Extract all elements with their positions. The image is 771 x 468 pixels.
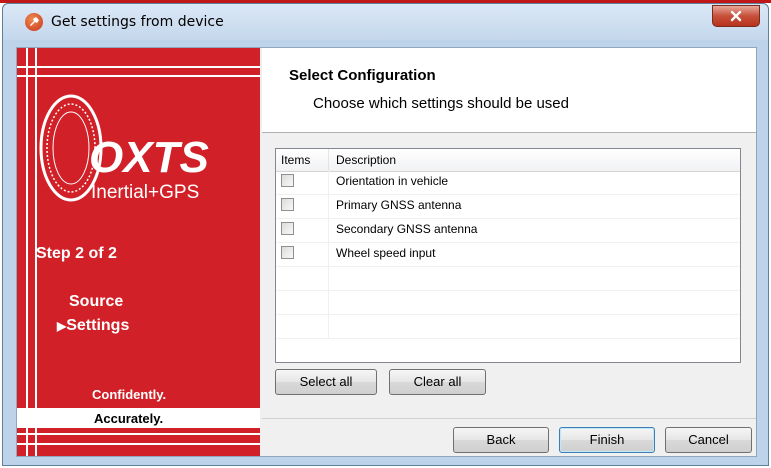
nav-item-settings-label: Settings <box>66 317 130 334</box>
logo-subtitle: Inertial+GPS <box>91 182 199 203</box>
clear-all-button[interactable]: Clear all <box>389 369 486 395</box>
item-checkbox[interactable] <box>281 198 294 211</box>
item-description: Wheel speed input <box>336 246 436 260</box>
item-checkbox[interactable] <box>281 246 294 259</box>
current-step-arrow-icon: ▶ <box>57 319 67 333</box>
settings-list[interactable]: Items Description Orientation in vehicle… <box>275 148 741 363</box>
list-rows: Orientation in vehicle Primary GNSS ante… <box>276 171 740 339</box>
window-title: Get settings from device <box>51 14 224 30</box>
page-title: Select Configuration <box>289 67 436 84</box>
close-button[interactable] <box>712 5 760 27</box>
title-bar[interactable]: Get settings from device <box>3 4 768 40</box>
item-description: Orientation in vehicle <box>336 174 449 188</box>
cell-divider <box>328 315 329 338</box>
empty-row <box>276 315 740 339</box>
column-divider[interactable] <box>328 149 329 171</box>
sidebar-stripe <box>26 48 28 456</box>
oxts-logo: OXTS Inertial+GPS <box>39 94 209 203</box>
list-item[interactable]: Wheel speed input <box>276 243 740 267</box>
item-description: Primary GNSS antenna <box>336 198 462 212</box>
logo-brand-text: OXTS <box>89 133 209 182</box>
sidebar-stripe <box>17 75 260 77</box>
column-header-description[interactable]: Description <box>336 153 396 167</box>
nav-item-settings: ▶Settings <box>57 317 129 335</box>
footer-divider <box>262 418 756 419</box>
list-item[interactable]: Secondary GNSS antenna <box>276 219 740 243</box>
empty-row <box>276 291 740 315</box>
list-header: Items Description <box>276 149 740 172</box>
item-checkbox[interactable] <box>281 174 294 187</box>
list-item[interactable]: Orientation in vehicle <box>276 171 740 195</box>
sidebar-stripe <box>17 433 260 435</box>
cell-divider <box>328 267 329 290</box>
nav-item-source: Source <box>69 293 124 310</box>
cell-divider <box>328 171 329 194</box>
tagline-accurately: Accurately. <box>94 411 164 426</box>
column-header-items[interactable]: Items <box>281 153 310 167</box>
select-all-button[interactable]: Select all <box>275 369 377 395</box>
back-button[interactable]: Back <box>453 427 549 453</box>
cell-divider <box>328 291 329 314</box>
finish-button[interactable]: Finish <box>559 427 655 453</box>
cancel-button[interactable]: Cancel <box>665 427 752 453</box>
item-checkbox[interactable] <box>281 222 294 235</box>
empty-row <box>276 267 740 291</box>
dialog-window: Get settings from device OXTS Inertial+G… <box>2 3 769 466</box>
page-subtitle: Choose which settings should be used <box>313 95 569 112</box>
cell-divider <box>328 243 329 266</box>
wizard-header: Select Configuration Choose which settin… <box>262 48 756 133</box>
cell-divider <box>328 195 329 218</box>
item-description: Secondary GNSS antenna <box>336 222 478 236</box>
close-icon <box>730 10 742 22</box>
app-icon <box>25 13 43 31</box>
tagline-confidently: Confidently. <box>92 387 167 402</box>
sidebar-stripe <box>17 66 260 68</box>
brand-sidebar: OXTS Inertial+GPS Step 2 of 2 Source ▶Se… <box>17 48 260 456</box>
dialog-client-area: OXTS Inertial+GPS Step 2 of 2 Source ▶Se… <box>16 47 757 457</box>
cell-divider <box>328 219 329 242</box>
step-indicator: Step 2 of 2 <box>36 245 117 262</box>
list-item[interactable]: Primary GNSS antenna <box>276 195 740 219</box>
sidebar-stripe <box>17 443 260 445</box>
